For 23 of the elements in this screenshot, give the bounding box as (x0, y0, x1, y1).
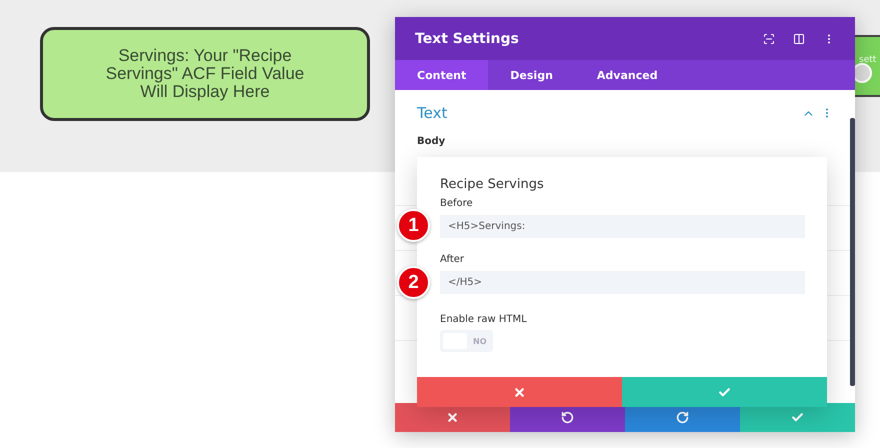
preview-text: Servings: Your "Recipe Servings" ACF Field Value Will Display Here (104, 47, 306, 101)
input-field[interactable]: <H5>Servings: (440, 215, 805, 238)
check-icon (718, 386, 731, 398)
field-label: After (440, 254, 466, 265)
fullscreen-icon[interactable] (763, 32, 775, 44)
field-label: Before (440, 198, 474, 209)
close-icon (446, 411, 459, 424)
field-label: Body (417, 136, 446, 147)
popup-title: Recipe Servings (440, 177, 545, 192)
redo-icon (676, 411, 689, 424)
close-icon (513, 386, 526, 398)
scrollbar[interactable] (850, 118, 855, 386)
check-icon (791, 411, 804, 424)
field-label: Enable raw HTML (440, 314, 528, 325)
panel-title: Text Settings (415, 30, 520, 46)
columns-icon[interactable] (793, 32, 805, 44)
section-title[interactable]: Text (417, 104, 796, 122)
undo-icon (561, 411, 574, 424)
panel-tab[interactable]: Content (395, 60, 488, 90)
panel-tab[interactable]: Advanced (574, 60, 680, 90)
input-field[interactable]: </H5> (440, 271, 805, 294)
module-label: sett (859, 55, 876, 65)
panel-tab[interactable]: Design (488, 60, 575, 90)
